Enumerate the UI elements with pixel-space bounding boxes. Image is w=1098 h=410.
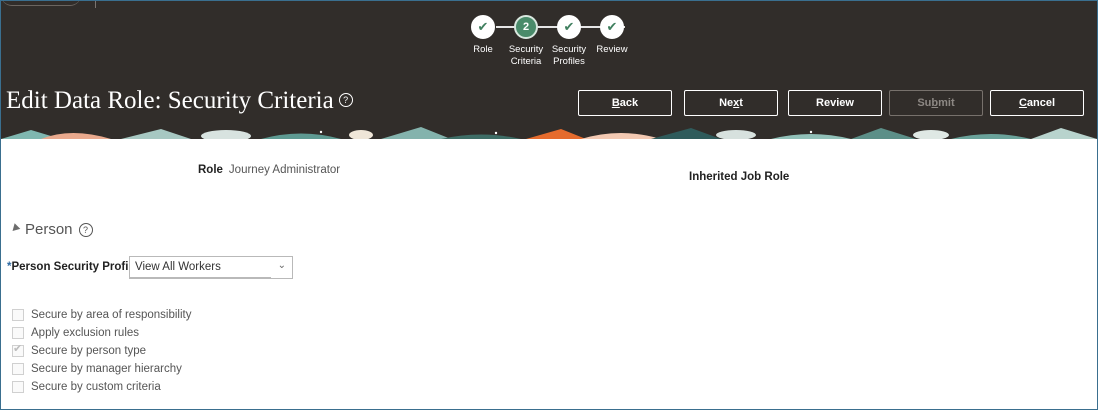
page-header: ✔ Role 2 Security Criteria ✔ Security Prof… (1, 1, 1097, 139)
checkbox-row: Secure by area of responsibility (12, 306, 191, 324)
page-frame: ✔ Role 2 Security Criteria ✔ Security Prof… (0, 0, 1098, 410)
checkbox-row: Secure by custom criteria (12, 378, 191, 396)
checkbox: ✔ (12, 343, 24, 357)
checkbox-label: Secure by area of responsibility (31, 309, 192, 321)
person-security-profile-select[interactable]: View All Workers ⌄ (129, 256, 293, 279)
checkbox-label: Secure by manager hierarchy (31, 363, 182, 375)
question-circle-icon[interactable]: ? (338, 93, 353, 108)
checkbox (12, 309, 24, 321)
header-decor-curve (1, 1, 81, 6)
next-button[interactable]: Next (684, 90, 778, 116)
collapse-triangle-icon[interactable] (9, 223, 21, 234)
checkbox-label: Secure by person type (31, 345, 147, 357)
section-title: Person (25, 221, 73, 238)
process-train: ✔ Role 2 Security Criteria ✔ Security Prof… (461, 15, 641, 75)
security-options: Secure by area of responsibility Apply e… (12, 306, 191, 396)
train-step-review[interactable]: ✔ Review (577, 15, 647, 56)
role-field: Role Journey Administrator (198, 164, 340, 176)
role-value: Journey Administrator (228, 164, 341, 176)
submit-button: Submit (889, 90, 983, 116)
review-button[interactable]: Review (788, 90, 882, 116)
role-label: Role (198, 164, 223, 176)
inherited-job-role-label: Inherited Job Role (689, 171, 790, 183)
check-icon: ✔ (600, 15, 624, 39)
checkbox (12, 327, 24, 339)
checkbox-label: Secure by custom criteria (31, 381, 161, 393)
checkbox-row: ✔ Secure by person type (12, 342, 191, 360)
select-value: View All Workers (135, 261, 221, 273)
header-divider (95, 1, 96, 8)
checkbox (12, 363, 24, 375)
back-button[interactable]: Back (578, 90, 672, 116)
person-section-header[interactable]: Person? (9, 221, 93, 238)
page-title: Edit Data Role: Security Criteria? (6, 87, 353, 115)
checkbox-row: Apply exclusion rules (12, 324, 191, 342)
person-security-profile-label: *Person Security Profile (7, 261, 139, 273)
check-icon: ✔ (13, 343, 23, 355)
checkbox (12, 381, 24, 393)
header-decorative-band (1, 127, 1097, 139)
chevron-down-icon[interactable]: ⌄ (278, 260, 286, 271)
train-step-label: Review (596, 44, 628, 55)
cancel-button[interactable]: Cancel (990, 90, 1084, 116)
question-circle-icon[interactable]: ? (78, 223, 93, 237)
select-underline (129, 277, 271, 278)
checkbox-row: Secure by manager hierarchy (12, 360, 191, 378)
train-step-label: Role (473, 44, 493, 55)
checkbox-label: Apply exclusion rules (31, 327, 140, 339)
